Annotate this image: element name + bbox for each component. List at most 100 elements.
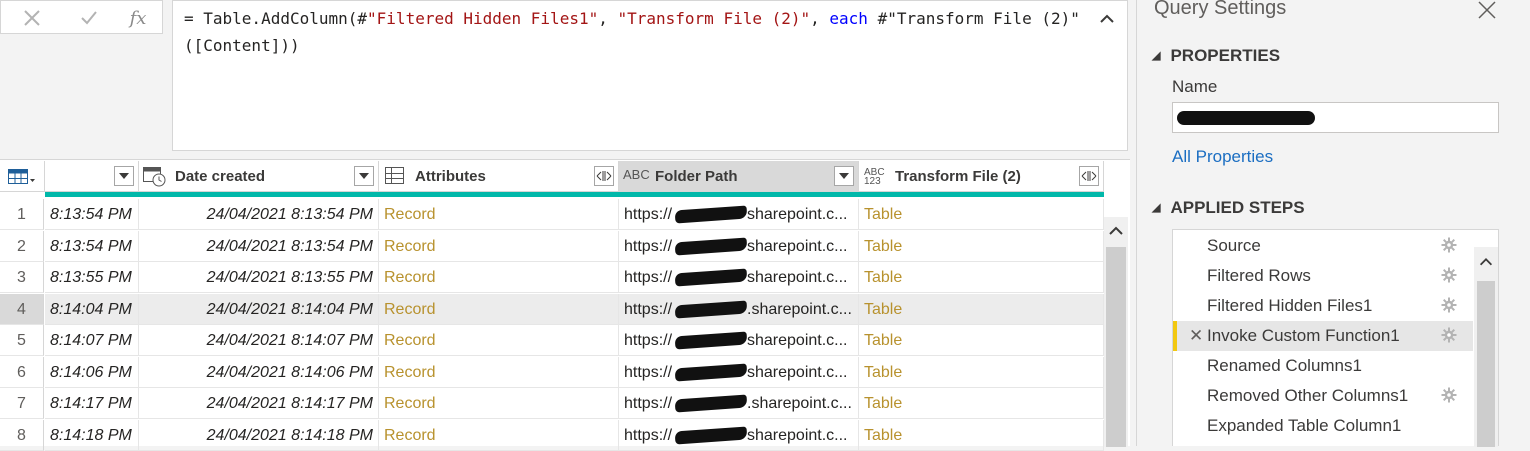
query-settings-pane: Query Settings ◢ PROPERTIES Name All Prop… — [1136, 0, 1530, 447]
scroll-thumb[interactable] — [1106, 247, 1126, 447]
cell-time[interactable]: 8:13:55 PM — [45, 262, 139, 293]
applied-step[interactable]: Removed Other Columns1 — [1173, 381, 1473, 411]
cell-time[interactable]: 8:14:04 PM — [45, 293, 139, 325]
gear-icon[interactable] — [1441, 297, 1457, 313]
scroll-thumb[interactable] — [1477, 281, 1495, 447]
cell-attr[interactable]: Record — [379, 230, 619, 262]
cell-time[interactable]: 8:14:06 PM — [45, 356, 139, 388]
close-settings-button[interactable] — [1477, 0, 1497, 20]
gear-icon[interactable] — [1441, 267, 1457, 283]
cell-path[interactable]: https:// sharepoint.c... — [619, 356, 859, 388]
cell-time[interactable]: 8:14:07 PM — [45, 325, 139, 356]
cancel-formula-button[interactable] — [15, 4, 49, 32]
applied-step[interactable]: Filtered Rows — [1173, 261, 1473, 291]
cell-path[interactable]: https:// .sharepoint.c... — [619, 388, 859, 419]
table-menu-button[interactable] — [0, 161, 45, 192]
chevron-down-icon — [119, 173, 129, 179]
redaction-mark — [674, 268, 748, 287]
cell-date[interactable]: 24/04/2021 8:14:04 PM — [139, 293, 379, 325]
steps-vertical-scrollbar[interactable] — [1474, 247, 1498, 447]
step-label: Source — [1207, 236, 1261, 255]
cell-attr[interactable]: Record — [379, 356, 619, 388]
expand-icon — [1081, 171, 1097, 181]
insert-function-button[interactable]: fx — [121, 4, 155, 32]
row-number[interactable]: 3 — [0, 262, 44, 293]
filter-dropdown-button[interactable] — [354, 166, 374, 186]
cell-tf[interactable]: Table — [859, 293, 1104, 325]
cell-tf[interactable]: Table — [859, 325, 1104, 356]
applied-steps-section-header[interactable]: ◢ APPLIED STEPS — [1152, 198, 1305, 218]
cell-path[interactable]: https:// sharepoint.c... — [619, 262, 859, 293]
row-number[interactable]: 7 — [0, 388, 44, 419]
formula-text[interactable]: = Table.AddColumn(#"Filtered Hidden File… — [184, 5, 1094, 59]
cell-date[interactable]: 24/04/2021 8:13:54 PM — [139, 230, 379, 262]
cell-attr[interactable]: Record — [379, 325, 619, 356]
gear-icon[interactable] — [1441, 387, 1457, 403]
applied-step[interactable]: ✕ Invoke Custom Function1 — [1173, 321, 1473, 351]
cell-date[interactable]: 24/04/2021 8:14:06 PM — [139, 356, 379, 388]
checkmark-icon — [81, 11, 97, 25]
cell-date[interactable]: 24/04/2021 8:13:55 PM — [139, 262, 379, 293]
query-name-input[interactable] — [1172, 102, 1499, 133]
row-number[interactable]: 5 — [0, 325, 44, 356]
expand-column-button[interactable] — [594, 166, 614, 186]
cell-path[interactable]: https:// sharepoint.c... — [619, 199, 859, 230]
row-number[interactable]: 1 — [0, 199, 44, 230]
all-properties-link[interactable]: All Properties — [1172, 147, 1273, 167]
path-prefix: https:// — [624, 269, 673, 286]
cell-tf[interactable]: Table — [859, 388, 1104, 419]
applied-step[interactable]: Filtered Hidden Files1 — [1173, 291, 1473, 321]
column-header-attributes[interactable]: Attributes — [379, 161, 619, 192]
formula-bar[interactable]: = Table.AddColumn(#"Filtered Hidden File… — [172, 0, 1128, 151]
filter-dropdown-button[interactable] — [834, 166, 854, 186]
formula-prefix: = Table.AddColumn(# — [184, 9, 368, 28]
properties-section-header[interactable]: ◢ PROPERTIES — [1152, 46, 1280, 66]
path-prefix: https:// — [624, 395, 673, 412]
cell-date[interactable]: 24/04/2021 8:14:07 PM — [139, 325, 379, 356]
cell-time[interactable]: 8:14:17 PM — [45, 388, 139, 419]
cell-attr[interactable]: Record — [379, 199, 619, 230]
cell-attr[interactable]: Record — [379, 293, 619, 325]
column-header-folder-path[interactable]: ABC Folder Path — [619, 161, 859, 192]
cell-tf[interactable]: Table — [859, 262, 1104, 293]
cell-date[interactable]: 24/04/2021 8:13:54 PM — [139, 199, 379, 230]
row-number[interactable]: 6 — [0, 356, 44, 388]
applied-step[interactable]: Expanded Table Column1 — [1173, 411, 1473, 441]
grid-vertical-scrollbar[interactable] — [1104, 217, 1128, 447]
column-header-transform-file[interactable]: ABC 123 Transform File (2) — [859, 161, 1104, 192]
row-number[interactable]: 4 — [0, 293, 44, 325]
close-icon — [24, 10, 40, 26]
scroll-up-button[interactable] — [1106, 221, 1126, 241]
applied-step[interactable]: Source — [1173, 231, 1473, 261]
column-header-time[interactable] — [45, 161, 139, 192]
cell-tf[interactable]: Table — [859, 356, 1104, 388]
column-header-date-created[interactable]: Date created — [139, 161, 379, 192]
column-header-label: Date created — [175, 168, 266, 185]
redaction-mark — [674, 331, 748, 350]
gear-icon[interactable] — [1441, 237, 1457, 253]
cell-attr[interactable]: Record — [379, 388, 619, 419]
cell-tf[interactable]: Table — [859, 230, 1104, 262]
cell-attr[interactable]: Record — [379, 262, 619, 293]
filter-dropdown-button[interactable] — [114, 166, 134, 186]
step-label: Renamed Columns1 — [1207, 356, 1362, 375]
applied-step[interactable]: Renamed Columns1 — [1173, 351, 1473, 381]
path-suffix: .sharepoint.c... — [747, 300, 852, 318]
cell-path[interactable]: https:// sharepoint.c... — [619, 230, 859, 262]
expand-column-button[interactable] — [1079, 166, 1099, 186]
cell-date[interactable]: 24/04/2021 8:14:17 PM — [139, 388, 379, 419]
cell-path[interactable]: https:// .sharepoint.c... — [619, 293, 859, 325]
cell-time[interactable]: 8:13:54 PM — [45, 230, 139, 262]
cell-time[interactable]: 8:13:54 PM — [45, 199, 139, 230]
row-number[interactable]: 2 — [0, 230, 44, 262]
step-label: Invoke Custom Function1 — [1207, 326, 1400, 345]
cell-tf[interactable]: Table — [859, 199, 1104, 230]
expand-icon — [596, 171, 612, 181]
gear-icon[interactable] — [1441, 327, 1457, 343]
scroll-up-button[interactable] — [1477, 253, 1495, 271]
cell-path[interactable]: https:// sharepoint.c... — [619, 325, 859, 356]
collapse-formula-button[interactable] — [1097, 9, 1117, 29]
formula-sep: , — [598, 9, 618, 28]
delete-step-icon[interactable]: ✕ — [1189, 321, 1203, 351]
commit-formula-button[interactable] — [72, 4, 106, 32]
